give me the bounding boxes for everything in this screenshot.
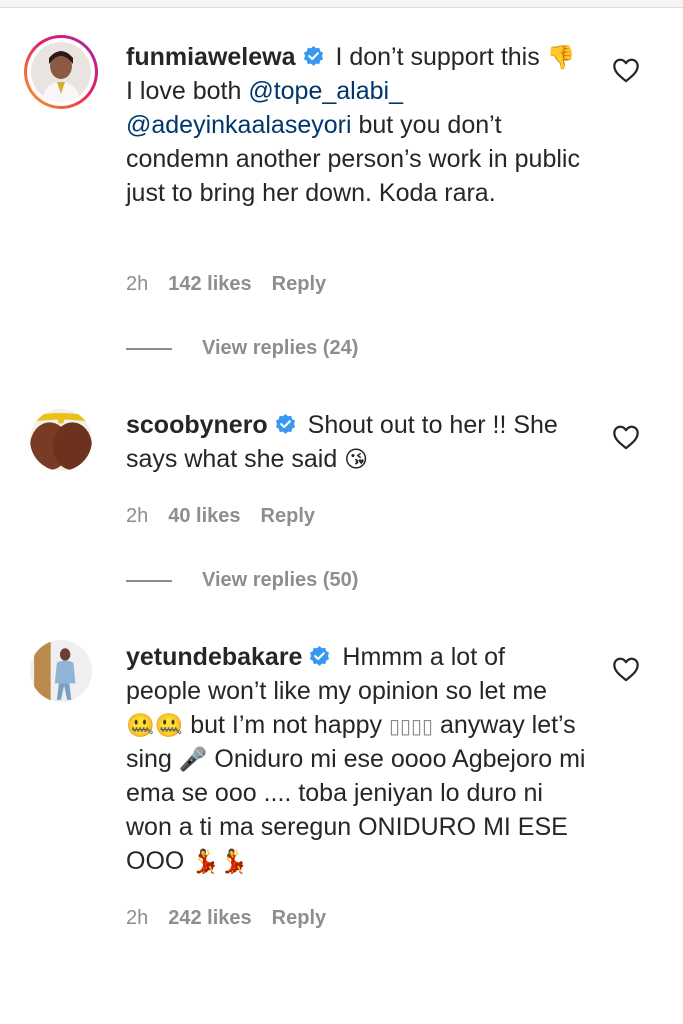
username[interactable]: funmiawelewa [126,43,296,71]
top-divider [0,0,683,8]
missing-glyph-emoji: ▯▯▯▯ [388,716,433,738]
comment-meta: 2h 142 likes Reply [126,273,346,296]
mention-link[interactable]: @tope_alabi_ [248,77,403,105]
username[interactable]: yetundebakare [126,643,302,671]
heart-outline-icon[interactable] [612,656,640,682]
likes-count[interactable]: 242 likes [168,907,251,929]
reply-button[interactable]: Reply [272,907,326,929]
comment-body: scoobynero Shout out to her !! She says … [126,411,558,473]
divider-line [126,347,172,350]
avatar[interactable] [30,640,92,702]
thumbs-down-emoji: 👎 [546,44,576,70]
kiss-emoji: 😘 [344,446,369,472]
verified-badge-icon [310,645,330,666]
reply-button[interactable]: Reply [261,505,315,527]
comment-body: yetundebakare Hmmm a lot of people won’t… [126,643,586,875]
verified-badge-icon [303,45,323,66]
avatar[interactable] [30,409,92,471]
heart-outline-icon[interactable] [612,57,640,83]
divider-line [126,579,172,582]
heart-outline-icon[interactable] [612,424,640,450]
likes-count[interactable]: 142 likes [168,273,251,295]
mention-link[interactable]: @adeyinkaalaseyori [126,111,352,139]
timestamp: 2h [126,907,149,929]
view-replies-button[interactable]: View replies (50) [126,569,358,592]
timestamp: 2h [126,273,149,295]
avatar-image [31,42,91,102]
verified-badge-icon [275,413,295,434]
microphone-emoji: 🎤 [178,746,208,772]
comment-body: funmiawelewa I don’t support this 👎 I lo… [126,43,580,207]
comment-meta: 2h 242 likes Reply [126,907,346,930]
dancer-emoji: 💃💃 [191,848,249,874]
view-replies-button[interactable]: View replies (24) [126,337,358,360]
avatar-image [30,640,92,702]
reply-button[interactable]: Reply [272,273,326,295]
avatar[interactable] [24,35,98,109]
likes-count[interactable]: 40 likes [168,505,240,527]
avatar-image [30,409,92,471]
username[interactable]: scoobynero [126,411,268,439]
comment-meta: 2h 40 likes Reply [126,505,335,528]
timestamp: 2h [126,505,149,527]
zipper-mouth-emoji: 🤐🤐 [126,712,184,738]
